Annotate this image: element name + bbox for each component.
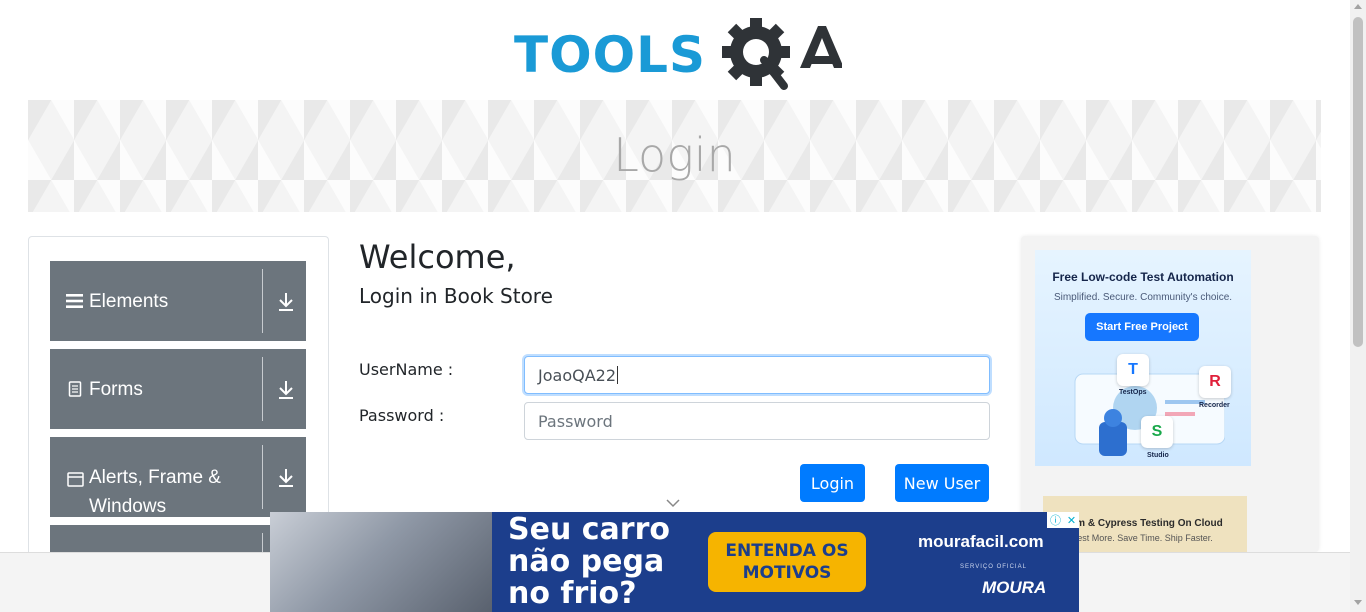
scroll-thumb[interactable] <box>1353 17 1363 347</box>
password-input[interactable]: Password <box>524 402 990 440</box>
recorder-badge: R <box>1199 366 1231 398</box>
download-arrow-icon[interactable] <box>276 379 296 401</box>
scroll-up-arrow-icon[interactable] <box>1354 4 1362 9</box>
menu-group-forms[interactable]: Forms <box>50 349 306 429</box>
new-user-button[interactable]: New User <box>895 464 989 502</box>
bottom-banner-ad[interactable]: Seu carro não pega no frio? ENTENDA OS M… <box>270 512 1079 612</box>
info-icon[interactable]: ⓘ <box>1050 512 1061 528</box>
ad-tagline: Simplified. Secure. Community's choice. <box>1053 292 1233 303</box>
menu-group-label: Alerts, Frame & Windows <box>89 467 221 517</box>
studio-badge: S <box>1141 416 1173 448</box>
chevron-down-icon[interactable] <box>666 498 680 508</box>
page: TOOLS Login Elements Forms Alerts, Frame… <box>0 0 1366 612</box>
toolsqa-logo[interactable]: TOOLS <box>514 16 842 92</box>
ad-photo-car-engine <box>270 512 492 612</box>
testops-badge: T <box>1117 354 1149 386</box>
document-icon <box>66 379 84 399</box>
menu-group-label: Elements <box>89 291 169 312</box>
logo-tools-text: TOOLS <box>514 26 706 84</box>
page-title: Login <box>613 128 736 182</box>
ad-cta-button[interactable]: Start Free Project <box>1085 313 1199 341</box>
ad-title: Free Low-code Test Automation <box>1052 270 1234 284</box>
browser-window-icon <box>66 469 84 489</box>
login-button[interactable]: Login <box>800 464 865 502</box>
ad-official-label: SERVIÇO OFICIAL <box>960 564 1027 570</box>
menu-divider <box>262 269 263 333</box>
katalon-ad[interactable]: Free Low-code Test Automation Simplified… <box>1035 250 1251 466</box>
testops-label: TestOps <box>1119 389 1147 396</box>
download-arrow-icon[interactable] <box>276 467 296 489</box>
close-icon[interactable]: ✕ <box>1067 514 1076 527</box>
username-label: UserName : <box>359 360 454 379</box>
scroll-down-arrow-icon[interactable] <box>1354 600 1362 605</box>
menu-group-elements[interactable]: Elements <box>50 261 306 341</box>
studio-label: Studio <box>1147 452 1169 459</box>
ad-choices[interactable]: ⓘ ✕ <box>1047 512 1079 528</box>
download-arrow-icon[interactable] <box>276 291 296 313</box>
menu-lines-icon <box>66 291 84 311</box>
password-placeholder: Password <box>538 411 613 431</box>
menu-group-alerts[interactable]: Alerts, Frame & Windows <box>50 437 306 517</box>
login-subtitle: Login in Book Store <box>359 284 553 308</box>
recorder-label: Recorder <box>1199 402 1230 409</box>
ad-brand: MOURA <box>982 578 1047 597</box>
ad-headline: Seu carro não pega no frio? <box>508 512 670 611</box>
welcome-heading: Welcome, <box>359 238 516 276</box>
username-input[interactable]: JoaoQA22 <box>524 356 990 394</box>
vertical-scrollbar[interactable] <box>1350 0 1366 612</box>
ad-site: mourafacil.com <box>918 532 1044 551</box>
menu-divider <box>262 357 263 421</box>
menu-group-label: Forms <box>89 379 143 400</box>
right-ad-panel: Free Low-code Test Automation Simplified… <box>1021 236 1319 552</box>
page-banner: Login <box>28 100 1321 212</box>
password-label: Password : <box>359 406 445 425</box>
menu-divider <box>262 445 263 509</box>
username-value: JoaoQA22 <box>538 365 616 385</box>
ad-cta-button[interactable]: ENTENDA OS MOTIVOS <box>708 532 866 592</box>
text-caret <box>617 366 618 384</box>
logo-gear-qa-icon <box>722 18 842 90</box>
